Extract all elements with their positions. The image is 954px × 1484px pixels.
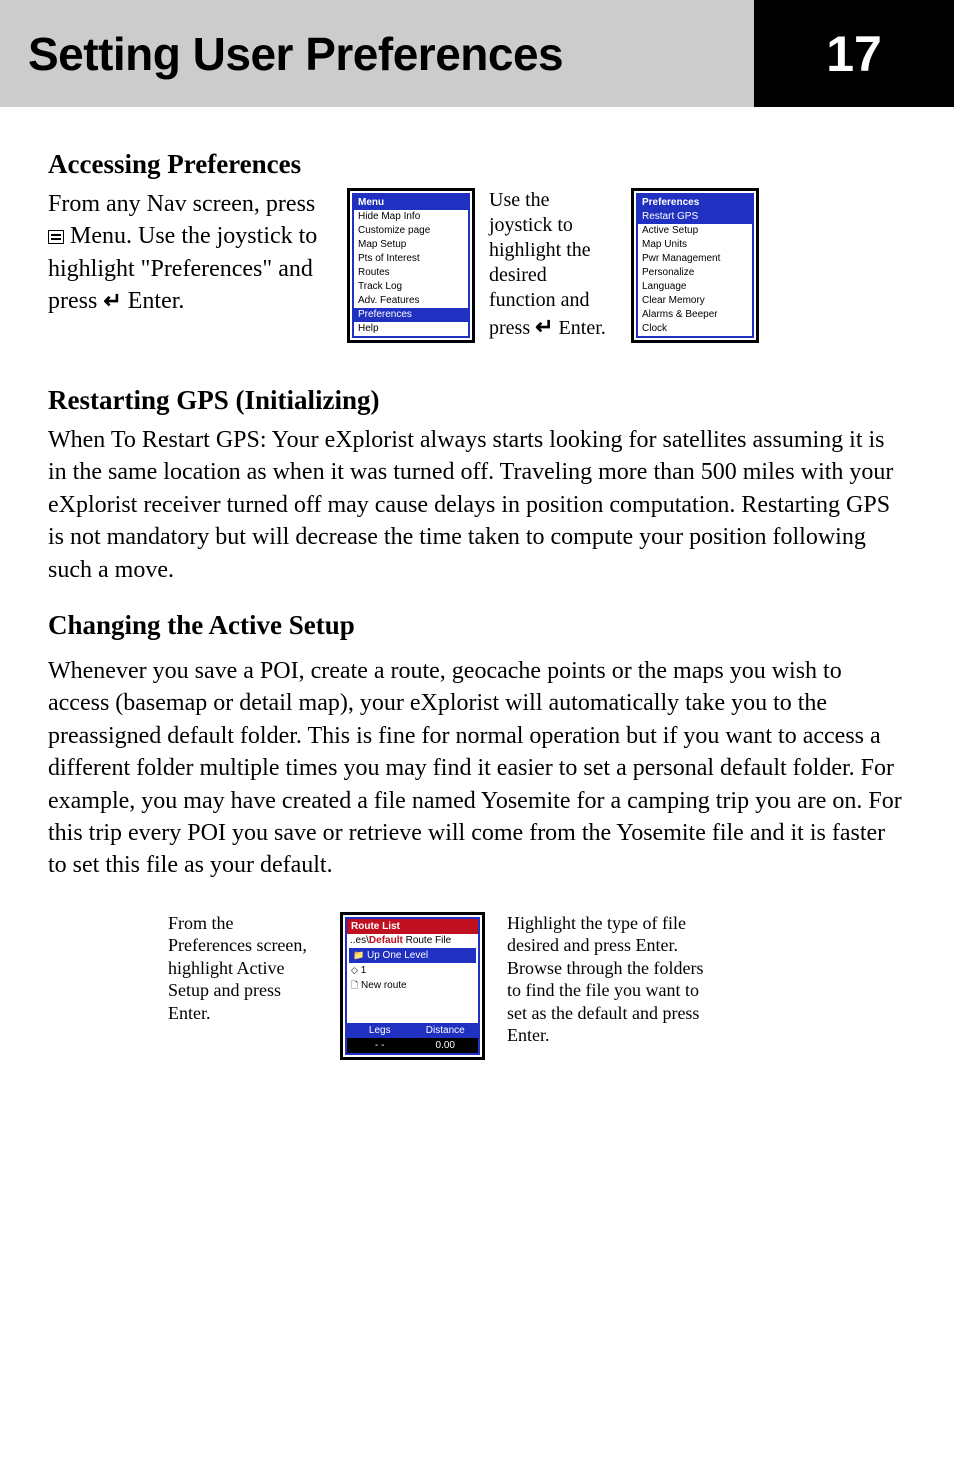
intro-part1: From any Nav screen, press xyxy=(48,191,315,217)
prefs-item: Language xyxy=(638,280,752,294)
diamond-icon xyxy=(351,965,358,976)
route-item: 1 xyxy=(347,964,478,977)
page-header: Setting User Preferences 17 xyxy=(0,0,954,107)
route-header: Route List xyxy=(347,919,478,934)
route-path: ..es\Default Route File xyxy=(347,934,478,947)
use-part2: Enter. xyxy=(554,317,606,339)
page-number-container: 17 xyxy=(754,0,954,107)
active-setup-right-text: Highlight the type of file desired and p… xyxy=(507,912,717,1060)
active-setup-left-text: From the Preferences screen, highlight A… xyxy=(168,912,318,1060)
prefs-item: Clear Memory xyxy=(638,294,752,308)
route-up-one-level: Up One Level xyxy=(349,948,476,963)
menu-item-highlighted: Preferences xyxy=(354,308,468,322)
route-path-prefix: ..es\ xyxy=(350,935,369,946)
prefs-item: Active Setup xyxy=(638,224,752,238)
menu-icon xyxy=(48,230,64,244)
active-setup-body: Whenever you save a POI, create a route,… xyxy=(48,655,906,882)
folder-icon xyxy=(353,950,364,961)
route-list-screenshot: Route List ..es\Default Route File Up On… xyxy=(340,912,485,1060)
route-path-suffix: Route File xyxy=(403,935,451,946)
section-restarting-title: Restarting GPS (Initializing) xyxy=(48,385,906,416)
route-footer-legs-label: Legs xyxy=(347,1023,413,1038)
prefs-item: Clock xyxy=(638,322,752,336)
menu-item: Map Setup xyxy=(354,238,468,252)
prefs-item: Alarms & Beeper xyxy=(638,308,752,322)
prefs-item-highlighted: Restart GPS xyxy=(638,210,752,224)
enter-icon: ↵ xyxy=(535,313,553,341)
prefs-screenshot-items: Restart GPS Active Setup Map Units Pwr M… xyxy=(638,210,752,336)
page-title: Setting User Preferences xyxy=(28,27,563,81)
page-number: 17 xyxy=(826,25,882,83)
menu-item: Routes xyxy=(354,266,468,280)
route-footer-distance-value: 0.00 xyxy=(413,1038,479,1053)
route-footer-legs-value: - - xyxy=(347,1038,413,1053)
menu-item: Customize page xyxy=(354,224,468,238)
enter-icon: ↵ xyxy=(103,286,121,316)
use-joystick-text: Use the joystick to highlight the desire… xyxy=(489,188,617,343)
accessing-intro: From any Nav screen, press Menu. Use the… xyxy=(48,188,333,343)
page-content: Accessing Preferences From any Nav scree… xyxy=(0,107,954,1090)
intro-part3: Enter. xyxy=(122,288,185,314)
route-item-1: 1 xyxy=(361,965,367,976)
page-icon xyxy=(351,980,358,991)
section-accessing-title: Accessing Preferences xyxy=(48,149,906,180)
menu-item: Help xyxy=(354,322,468,336)
menu-item: Hide Map Info xyxy=(354,210,468,224)
prefs-item: Map Units xyxy=(638,238,752,252)
route-up-label: Up One Level xyxy=(367,950,428,961)
menu-screenshot-header: Menu xyxy=(354,195,468,210)
section-active-setup-title: Changing the Active Setup xyxy=(48,610,906,641)
prefs-item: Pwr Management xyxy=(638,252,752,266)
route-item: New route xyxy=(347,977,478,995)
route-footer-header: Legs Distance xyxy=(347,1023,478,1038)
accessing-row: From any Nav screen, press Menu. Use the… xyxy=(48,188,906,343)
menu-item: Track Log xyxy=(354,280,468,294)
prefs-item: Personalize xyxy=(638,266,752,280)
prefs-screenshot-header: Preferences xyxy=(638,195,752,210)
header-title-container: Setting User Preferences xyxy=(0,0,754,107)
restarting-body: When To Restart GPS: Your eXplorist alwa… xyxy=(48,424,906,586)
route-path-default: Default xyxy=(369,935,403,946)
route-footer-distance-label: Distance xyxy=(413,1023,479,1038)
menu-item: Adv. Features xyxy=(354,294,468,308)
active-setup-row: From the Preferences screen, highlight A… xyxy=(48,912,906,1060)
menu-screenshot: Menu Hide Map Info Customize page Map Se… xyxy=(347,188,475,343)
menu-screenshot-items: Hide Map Info Customize page Map Setup P… xyxy=(354,210,468,336)
preferences-screenshot: Preferences Restart GPS Active Setup Map… xyxy=(631,188,759,343)
route-footer-values: - - 0.00 xyxy=(347,1038,478,1053)
route-blank-area xyxy=(347,995,478,1023)
menu-item: Pts of Interest xyxy=(354,252,468,266)
route-item-2: New route xyxy=(361,980,407,991)
